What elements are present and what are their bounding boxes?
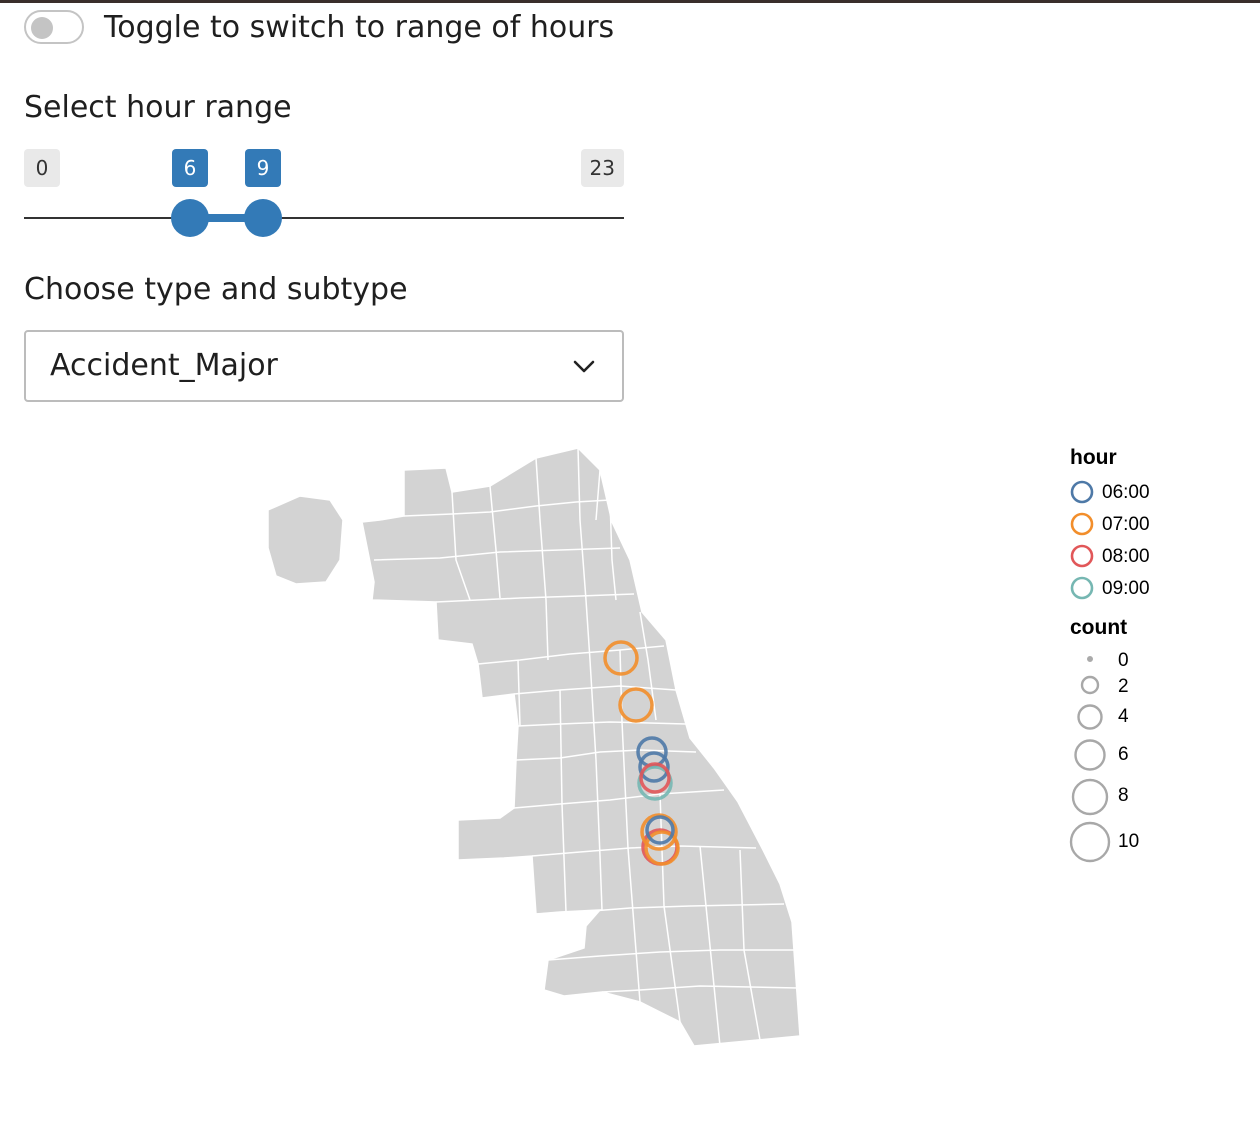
slider-min-label: 0 (24, 149, 60, 187)
window-top-border (0, 0, 1260, 3)
slider-max-label: 23 (580, 149, 624, 187)
circle-icon (1069, 821, 1111, 863)
map-region-ohare (267, 495, 344, 585)
legend-count-4: 4 (1066, 702, 1246, 732)
hour-range-slider[interactable]: 0 23 6 9 (24, 146, 624, 242)
legend-hour-0800: 08:00 (1066, 542, 1246, 572)
slider-handle-to[interactable] (244, 199, 282, 237)
legend-hour-0900: 09:00 (1066, 574, 1246, 604)
legend-hour-label: 07:00 (1102, 514, 1150, 535)
legend-hour-label: 09:00 (1102, 578, 1150, 599)
slider-to-value: 9 (245, 149, 281, 187)
circle-icon (1070, 512, 1094, 536)
legend-count-6: 6 (1066, 737, 1246, 777)
circle-icon (1074, 739, 1106, 771)
circle-icon (1070, 480, 1094, 504)
legend-count-label: 0 (1118, 650, 1129, 671)
toggle-knob (31, 17, 53, 39)
type-select-label: Choose type and subtype (24, 272, 408, 307)
legend-count-label: 10 (1118, 831, 1140, 852)
hour-range-label: Select hour range (24, 90, 292, 125)
legend-count-label: 8 (1118, 785, 1129, 806)
legend-hour-0600: 06:00 (1066, 478, 1246, 508)
circle-icon (1070, 544, 1094, 568)
map-legend: hour 06:00 07:00 08:00 09:00 count 0 2 4… (1066, 440, 1246, 880)
legend-count-label: 4 (1118, 706, 1129, 727)
circle-icon (1077, 704, 1103, 730)
circle-icon (1080, 675, 1100, 695)
legend-count-10: 10 (1066, 820, 1246, 866)
chicago-map (267, 447, 801, 1047)
chevron-down-icon (573, 360, 595, 373)
legend-count-label: 2 (1118, 676, 1129, 697)
legend-count-8: 8 (1066, 776, 1246, 820)
range-mode-toggle[interactable] (24, 10, 84, 44)
toggle-label: Toggle to switch to range of hours (104, 10, 615, 45)
legend-hour-0700: 07:00 (1066, 510, 1246, 540)
legend-hour-label: 06:00 (1102, 482, 1150, 503)
type-subtype-select[interactable]: Accident_Major (24, 330, 624, 402)
circle-icon (1070, 576, 1094, 600)
slider-track[interactable] (24, 217, 624, 219)
legend-hour-title: hour (1070, 446, 1117, 469)
legend-hour-label: 08:00 (1102, 546, 1150, 567)
legend-count-2: 2 (1066, 672, 1246, 702)
slider-from-value: 6 (172, 149, 208, 187)
circle-icon (1071, 778, 1109, 816)
select-value: Accident_Major (50, 348, 278, 383)
legend-count-title: count (1070, 616, 1128, 639)
slider-handle-from[interactable] (171, 199, 209, 237)
legend-count-label: 6 (1118, 744, 1129, 765)
